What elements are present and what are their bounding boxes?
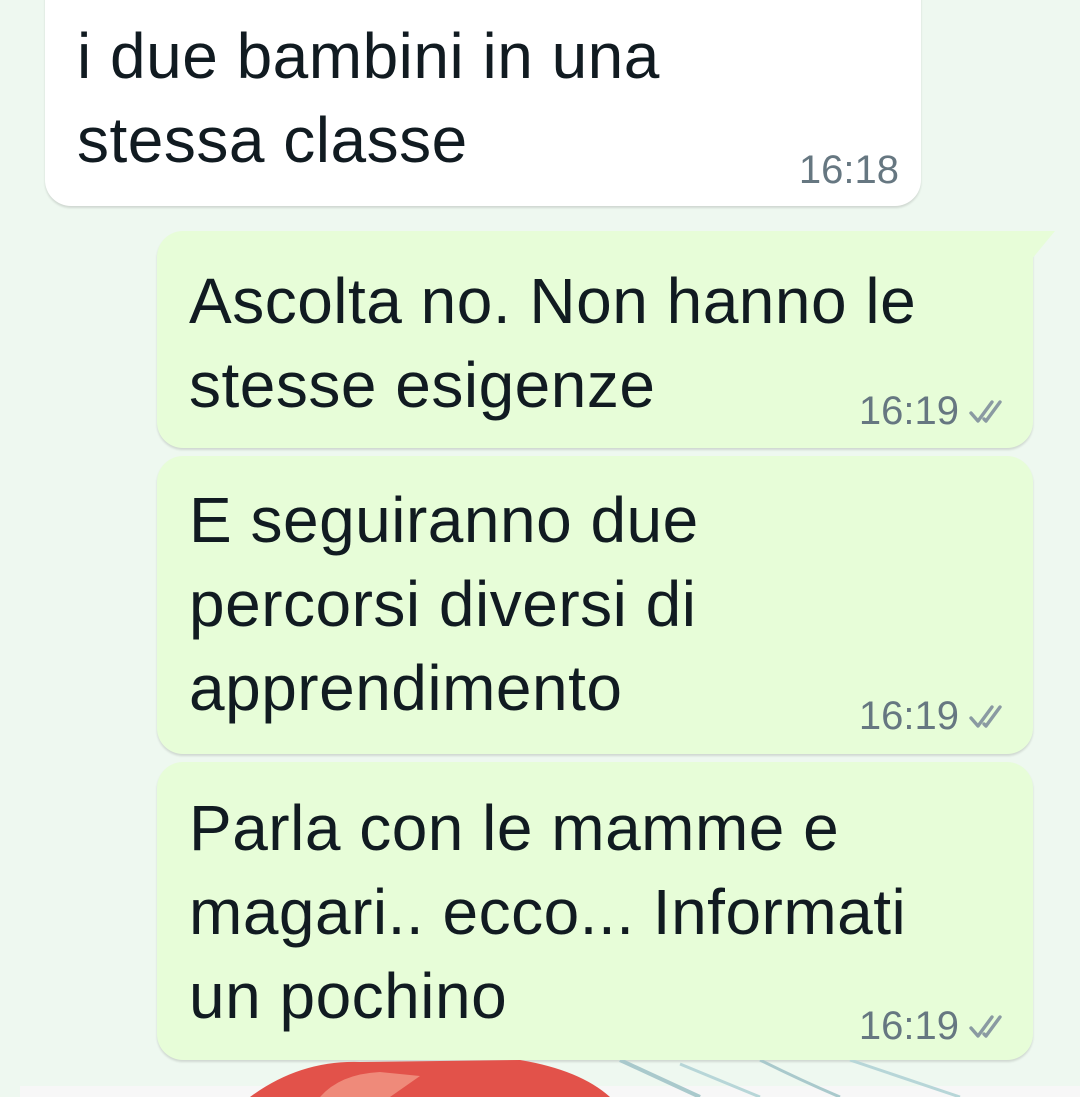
message-text-line: un pochino (189, 960, 508, 1032)
message-text-line: E seguiranno due (189, 484, 699, 556)
message-text-line: i due bambini in una (77, 20, 660, 92)
message-timestamp: 16:19 (858, 389, 959, 433)
message-timestamp: 16:19 (858, 694, 959, 738)
read-double-check-icon (969, 399, 1002, 423)
message-meta: 16:18 (799, 148, 899, 193)
message-bubble-outgoing[interactable]: E seguiranno due percorsi diversi di app… (157, 456, 1033, 754)
message-text-line: apprendimento (189, 652, 623, 724)
bubble-tail (1027, 231, 1055, 265)
message-text-line: stessa classe (77, 104, 468, 176)
message-bubble-outgoing[interactable]: Parla con le mamme e magari.. ecco... In… (157, 762, 1033, 1060)
message-timestamp: 16:18 (798, 148, 899, 192)
message-text-line: stesse esigenze (189, 349, 656, 421)
message-meta: 16:19 (859, 1004, 1011, 1049)
read-double-check-icon (969, 1014, 1002, 1038)
message-meta: 16:19 (859, 389, 1011, 434)
message-timestamp: 16:19 (858, 1004, 959, 1048)
message-text-line: Ascolta no. Non hanno le (189, 265, 917, 337)
message-bubble-incoming[interactable]: i due bambini in una stessa classe 16:18 (45, 0, 921, 206)
message-text-line: magari.. ecco... Informati (189, 876, 907, 948)
read-double-check-icon (969, 704, 1002, 728)
message-meta: 16:19 (859, 694, 1011, 739)
message-text-line: Parla con le mamme e (189, 792, 840, 864)
message-bubble-outgoing[interactable]: Ascolta no. Non hanno le stesse esigenze… (157, 231, 1055, 448)
message-text-line: percorsi diversi di (189, 568, 697, 640)
sticker-image-partial[interactable] (0, 1060, 1080, 1097)
